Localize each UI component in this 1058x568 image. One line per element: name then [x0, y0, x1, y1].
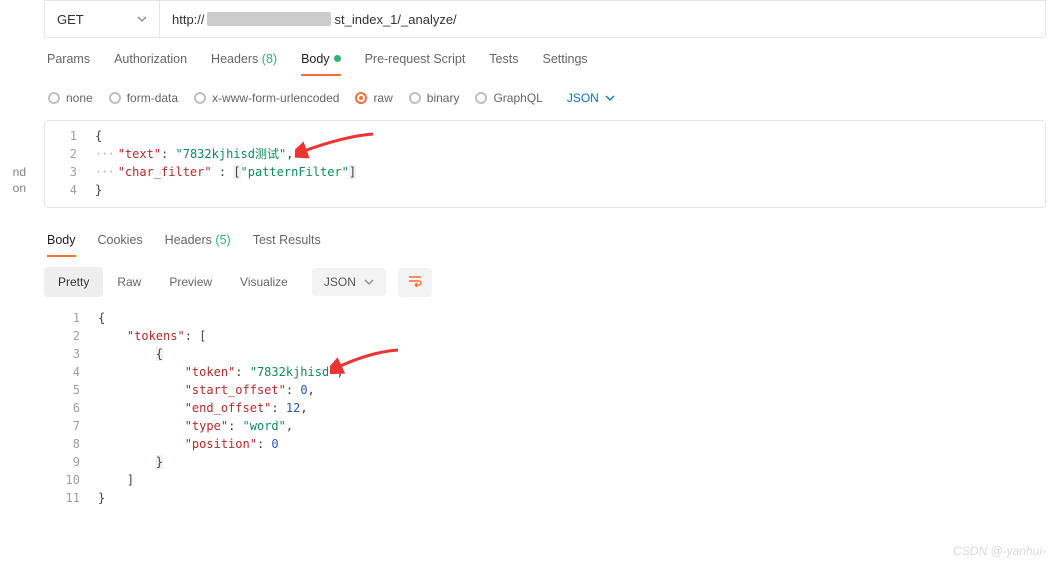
annotation-arrow-icon	[295, 130, 375, 160]
view-pretty[interactable]: Pretty	[44, 267, 103, 297]
tab-pre-request[interactable]: Pre-request Script	[365, 52, 466, 76]
radio-raw[interactable]: raw	[355, 91, 392, 105]
radio-binary[interactable]: binary	[409, 91, 460, 105]
response-body-editor[interactable]: 1234567891011 { "tokens": [ { "token": "…	[44, 303, 1046, 560]
request-tabs: Params Authorization Headers (8) Body Pr…	[47, 52, 588, 76]
annotation-arrow-icon	[330, 346, 400, 376]
response-format-select[interactable]: JSON	[312, 268, 386, 296]
tab-authorization[interactable]: Authorization	[114, 52, 187, 76]
response-code: { "tokens": [ { "token": "7832kjhisd", "…	[98, 309, 1046, 507]
chevron-down-icon	[605, 93, 615, 103]
request-url-bar: GET http:// st_index_1/_analyze/	[44, 0, 1046, 38]
chevron-down-icon	[137, 14, 147, 24]
wrap-lines-button[interactable]	[398, 268, 432, 297]
method-label: GET	[57, 12, 137, 27]
watermark: CSDN @-yanhui-	[953, 544, 1046, 558]
view-preview[interactable]: Preview	[155, 267, 226, 297]
tab-params[interactable]: Params	[47, 52, 90, 76]
resp-tab-body[interactable]: Body	[47, 233, 76, 257]
resp-tab-headers[interactable]: Headers (5)	[165, 233, 231, 257]
radio-none[interactable]: none	[48, 91, 93, 105]
view-visualize[interactable]: Visualize	[226, 267, 302, 297]
tab-settings[interactable]: Settings	[542, 52, 587, 76]
chevron-down-icon	[364, 277, 374, 287]
unsaved-dot-icon	[334, 55, 341, 62]
request-body-editor[interactable]: 1234 { "text": "7832kjhisd测试", "char_fil…	[44, 120, 1046, 208]
response-tabs: Body Cookies Headers (5) Test Results	[47, 233, 321, 257]
tab-headers[interactable]: Headers (8)	[211, 52, 277, 76]
tab-body[interactable]: Body	[301, 52, 341, 76]
method-select[interactable]: GET	[45, 1, 160, 37]
response-view-bar: Pretty Raw Preview Visualize JSON	[44, 267, 432, 297]
radio-x-www[interactable]: x-www-form-urlencoded	[194, 91, 339, 105]
body-type-selector: none form-data x-www-form-urlencoded raw…	[48, 91, 615, 105]
content-type-select[interactable]: JSON	[567, 91, 615, 105]
radio-form-data[interactable]: form-data	[109, 91, 178, 105]
wrap-lines-icon	[408, 275, 422, 287]
tab-tests[interactable]: Tests	[489, 52, 518, 76]
left-fragment: nd on	[0, 164, 26, 196]
editor-gutter: 1234	[45, 127, 91, 207]
response-gutter: 1234567891011	[44, 309, 94, 560]
url-masked-segment	[207, 12, 331, 26]
editor-code: { "text": "7832kjhisd测试", "char_filter" …	[95, 127, 1045, 199]
view-raw[interactable]: Raw	[103, 267, 155, 297]
resp-tab-cookies[interactable]: Cookies	[98, 233, 143, 257]
url-input[interactable]: http:// st_index_1/_analyze/	[160, 1, 1045, 37]
resp-tab-test-results[interactable]: Test Results	[253, 233, 321, 257]
radio-graphql[interactable]: GraphQL	[475, 91, 542, 105]
